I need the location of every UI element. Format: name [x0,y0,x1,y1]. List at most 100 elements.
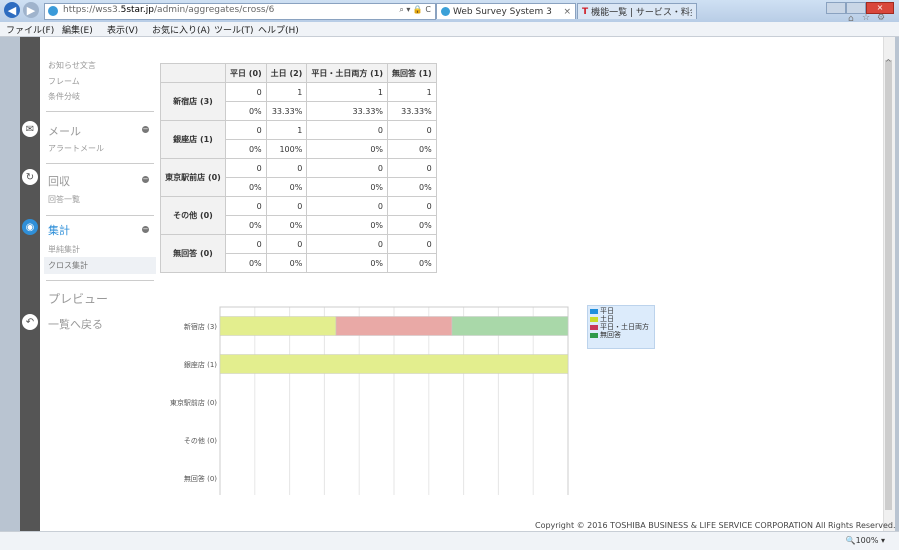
sidebar-item-simple[interactable]: 単純集計 [48,244,80,255]
t-logo-icon: T [582,6,589,17]
percent-cell: 0% [387,139,437,159]
column-header: 平日・土日両方 (1) [306,63,389,83]
menu-help[interactable]: ヘルプ(H) [258,23,299,36]
legend-items: 平日 土日 平日・土日両方 無回答 [590,307,649,339]
table-corner [160,63,226,83]
row-header: 銀座店 (1) [160,120,226,159]
count-cell: 0 [306,196,389,216]
address-actions-icon[interactable]: ⌕ ▾ 🔒 C [399,5,431,15]
menu-file[interactable]: ファイル(F) [6,23,54,36]
percent-cell: 0% [225,253,267,273]
count-cell: 0 [387,234,437,254]
count-cell: 1 [306,82,389,102]
collapse-collect-icon[interactable]: − [142,176,149,183]
chart-icon[interactable]: ◉ [22,219,38,235]
y-tick-label: 東京駅前店 (0) [170,398,217,407]
count-cell: 0 [387,120,437,140]
stacked-bar-chart: 0102030405060708090100新宿店 (3)銀座店 (1)東京駅前… [170,306,569,495]
percent-cell: 0% [225,139,267,159]
legend-label: 無回答 [600,331,621,339]
percent-cell: 0% [225,177,267,197]
table-row: 無回答 (0) 0 0 0 0 [160,234,437,273]
bar-segment [451,316,569,336]
count-cell: 0 [265,234,308,254]
sidebar-item-frame[interactable]: フレーム [48,76,80,87]
table-row: その他 (0) 0 0 0 0 [160,196,437,235]
menu-bar: ファイル(F) 編集(E) 表示(V) お気に入り(A) ツール(T) ヘルプ(… [0,22,899,37]
percent-cell: 0% [387,215,437,235]
address-bar[interactable]: https://wss3.5star.jp/admin/aggregates/c… [44,3,436,20]
table-row: 銀座店 (1) 0 1 0 0 [160,120,437,159]
mail-icon[interactable]: ✉ [22,121,38,137]
sidebar-item-answers[interactable]: 回答一覧 [48,194,80,205]
globe-icon [441,7,450,16]
y-tick-label: 銀座店 (1) [184,360,217,369]
count-cell: 0 [225,158,267,178]
sidebar-item-mail[interactable]: メール [48,123,81,139]
bar-segment [219,354,569,374]
menu-view[interactable]: 表示(V) [107,23,138,36]
refresh-icon[interactable]: ↻ [22,169,38,185]
sidebar-item-preview[interactable]: プレビュー [48,290,108,307]
collapse-aggregate-icon[interactable]: − [142,226,149,233]
forward-button[interactable]: ▶ [23,2,39,18]
bar-segment [219,316,337,336]
collapse-mail-icon[interactable]: − [142,126,149,133]
back-button[interactable]: ◀ [4,2,20,18]
percent-cell: 100% [265,139,308,159]
tab-close-icon[interactable]: × [563,7,571,17]
zoom-value: 100% [855,536,879,545]
legend-swatch [590,332,598,338]
browser-titlebar: ◀ ▶ https://wss3.5star.jp/admin/aggregat… [0,0,899,24]
y-tick-label: 無回答 (0) [184,474,217,483]
sidebar-item-aggregate[interactable]: 集計 [48,222,70,238]
count-cell: 0 [225,196,267,216]
scroll-up-icon[interactable]: ^ [885,58,892,67]
count-cell: 0 [387,196,437,216]
divider [46,280,154,281]
menu-edit[interactable]: 編集(E) [62,23,93,36]
minimize-button[interactable] [826,2,846,14]
count-cell: 1 [265,82,308,102]
count-cell: 0 [225,82,267,102]
percent-cell: 0% [387,253,437,273]
tab-web-survey[interactable]: Web Survey System 3 × [436,3,576,19]
sidebar-item-cross[interactable]: クロス集計 [44,257,156,274]
cross-table: 平日 (0) 土日 (2) 平日・土日両方 (1) 無回答 (1) 新宿店 (3… [160,63,437,273]
sidebar-item-alert-mail[interactable]: アラートメール [48,143,104,154]
legend-item: 無回答 [590,331,649,339]
divider [46,111,154,112]
percent-cell: 0% [265,177,308,197]
legend-item: 平日 [590,307,649,315]
percent-cell: 0% [306,177,389,197]
zoom-icon: 🔍 [845,536,856,545]
percent-cell: 0% [306,253,389,273]
tab-features[interactable]: T 機能一覧 | サービス・料金 - ... [577,3,697,19]
menu-favorites[interactable]: お気に入り(A) [152,23,210,36]
percent-cell: 0% [306,139,389,159]
count-cell: 0 [265,196,308,216]
sidebar-rail [20,37,40,531]
scrollbar-thumb[interactable] [885,60,892,510]
count-cell: 0 [387,158,437,178]
zoom-level[interactable]: 🔍100% ▾ [846,536,885,545]
column-header: 土日 (2) [265,63,308,83]
count-cell: 0 [306,234,389,254]
table-row: 新宿店 (3) 0 1 1 1 [160,82,437,121]
count-cell: 1 [265,120,308,140]
sidebar-item-branch[interactable]: 条件分岐 [48,91,80,102]
count-cell: 0 [225,120,267,140]
percent-cell: 0% [225,101,267,121]
sidebar-item-collect[interactable]: 回収 [48,173,70,189]
divider [46,163,154,164]
y-tick-label: その他 (0) [184,436,217,445]
bar-segment [335,316,453,336]
percent-cell: 0% [306,215,389,235]
percent-cell: 33.33% [265,101,308,121]
menu-tools[interactable]: ツール(T) [214,23,254,36]
tab-features-label: 機能一覧 | サービス・料金 - ... [591,8,692,18]
count-cell: 0 [225,234,267,254]
sidebar-item-back[interactable]: 一覧へ戻る [48,316,103,332]
return-icon[interactable]: ↶ [22,314,38,330]
sidebar-item-notice[interactable]: お知らせ文言 [48,60,96,71]
